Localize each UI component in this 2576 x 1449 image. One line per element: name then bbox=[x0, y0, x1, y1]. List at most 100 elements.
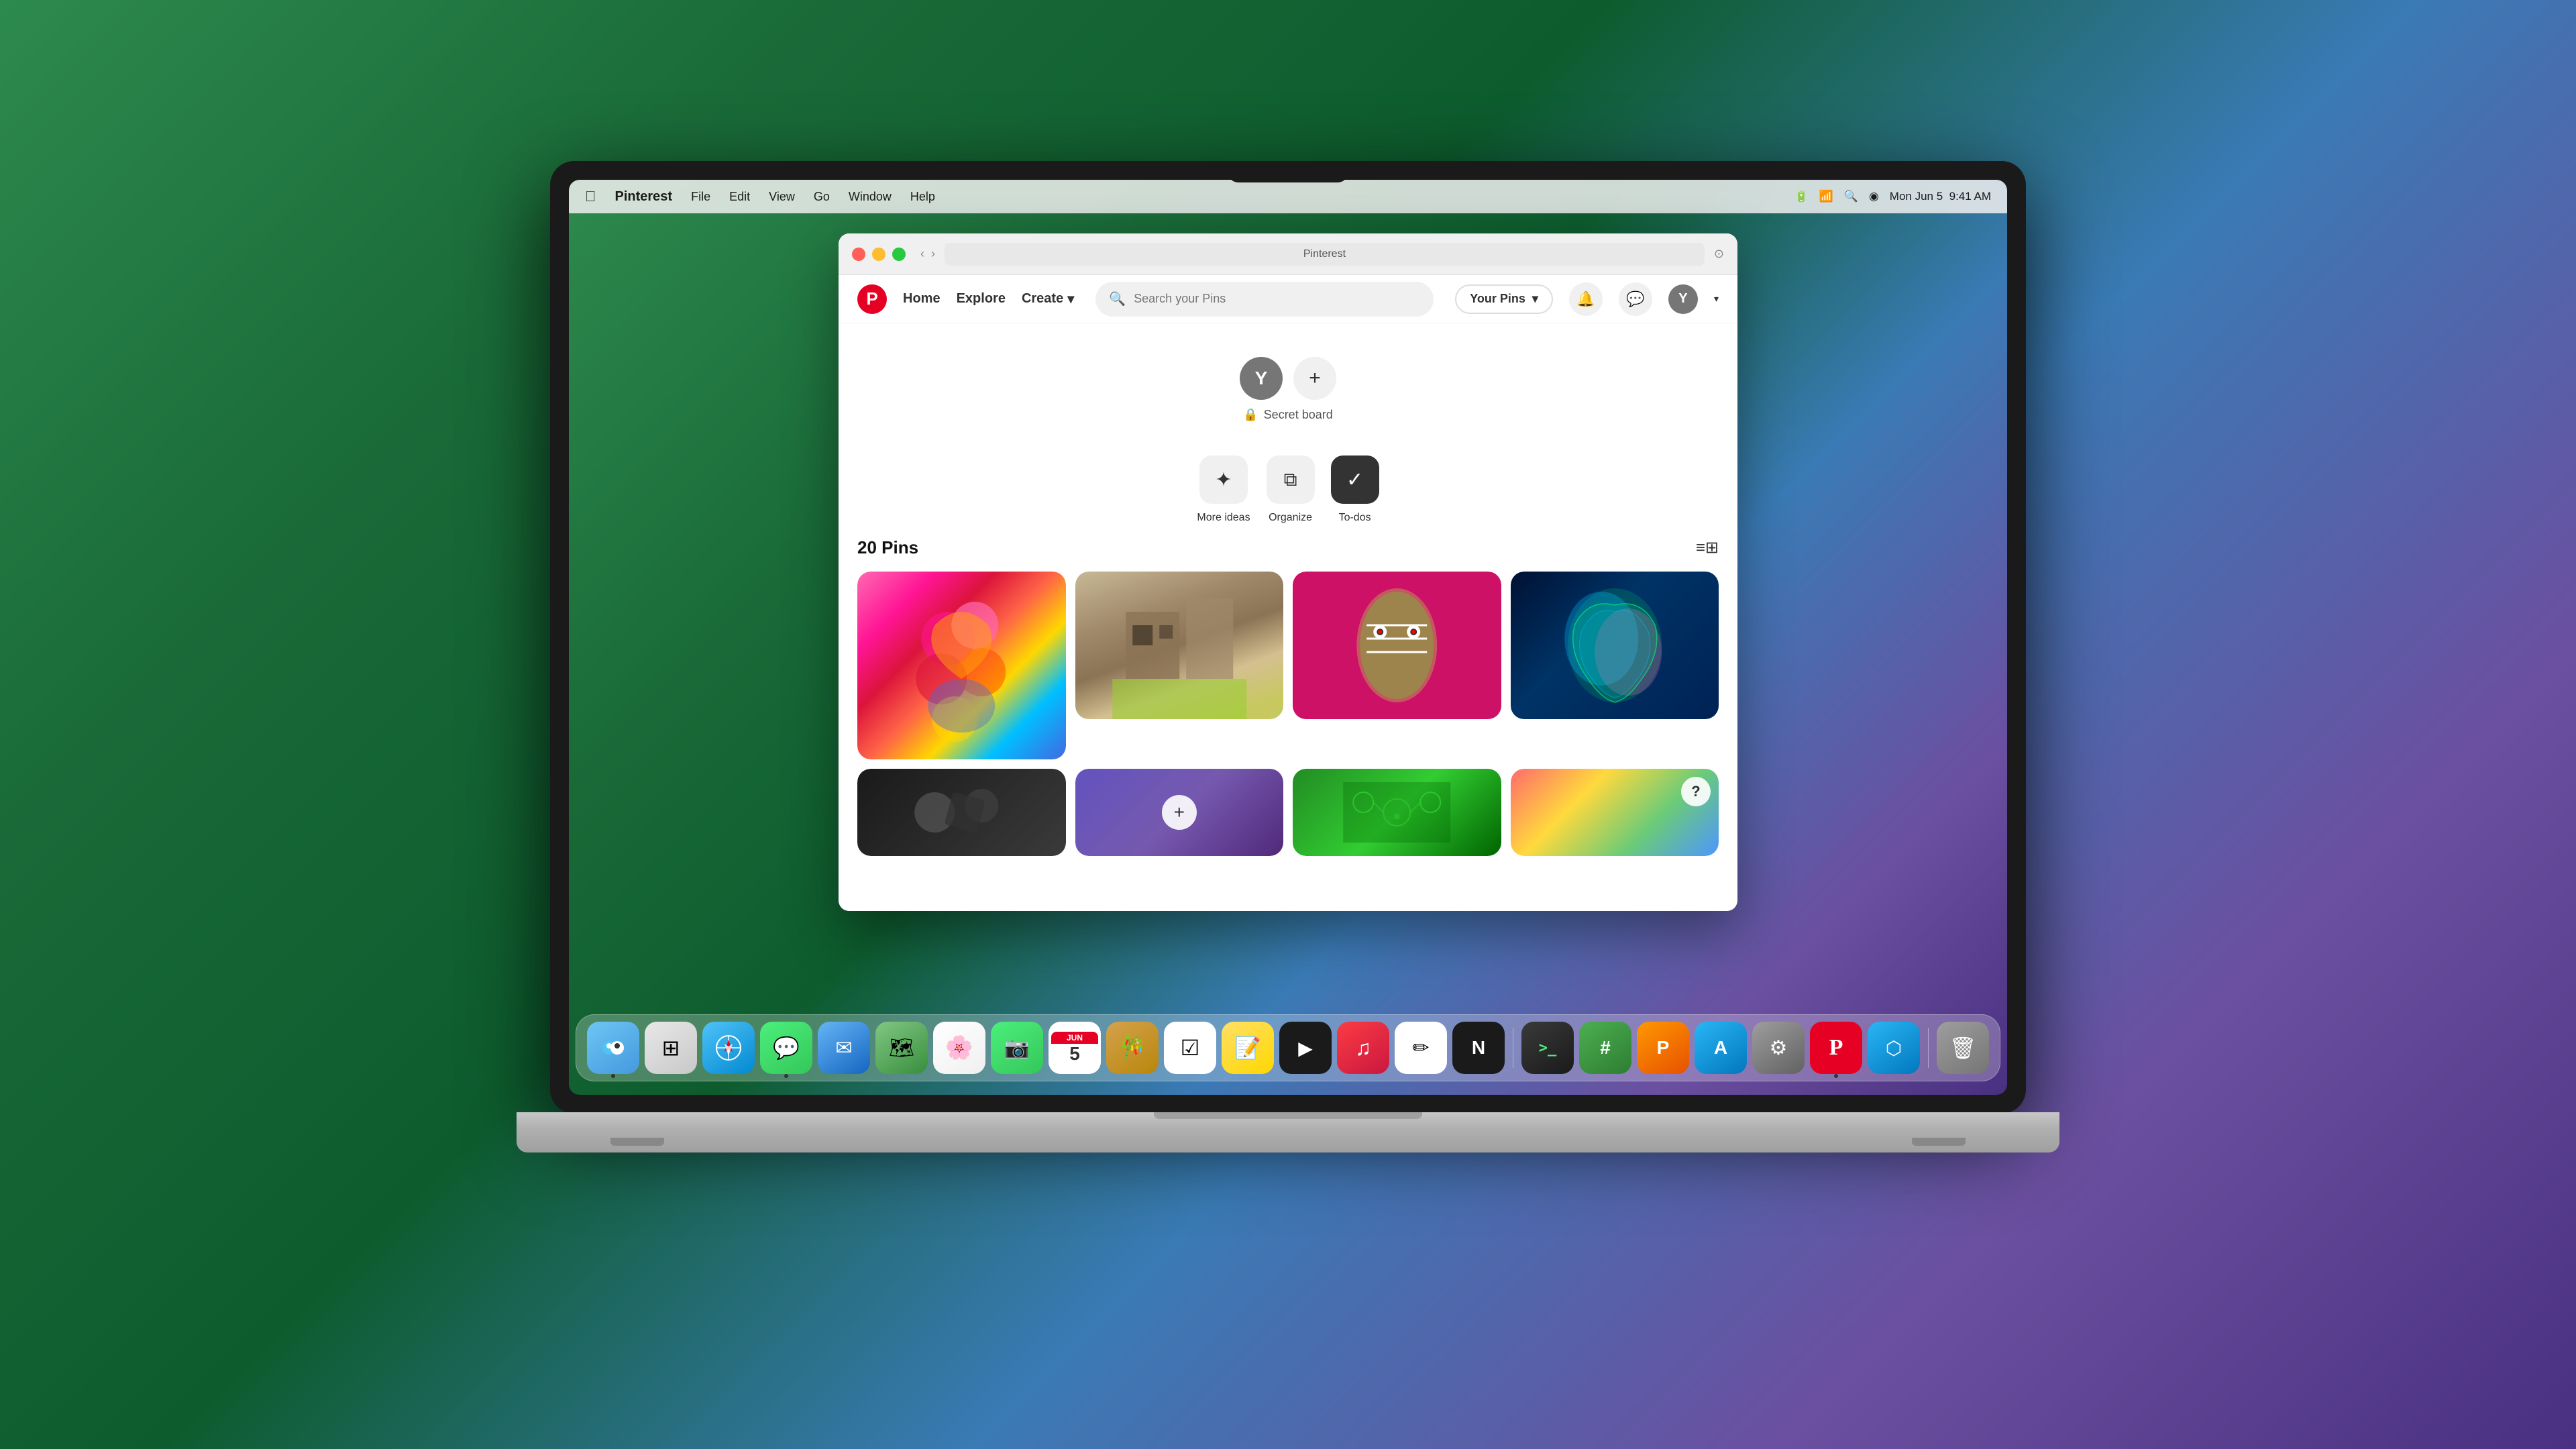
bell-icon: 🔔 bbox=[1576, 290, 1595, 308]
menu-bar-go[interactable]: Go bbox=[814, 190, 830, 204]
pin-card-3[interactable] bbox=[1293, 572, 1501, 759]
screen-bezel:  Pinterest File Edit View Go Window Hel… bbox=[550, 161, 2026, 1114]
dock-item-safari[interactable] bbox=[702, 1022, 755, 1074]
pin-image-5 bbox=[857, 769, 1066, 856]
launchpad-icon: ⊞ bbox=[662, 1035, 680, 1061]
macbook-foot-right bbox=[1912, 1138, 1966, 1146]
pin-add-icon[interactable]: + bbox=[1162, 795, 1197, 830]
nav-explore[interactable]: Explore bbox=[957, 291, 1006, 307]
apple-menu[interactable]:  bbox=[585, 188, 596, 205]
dock-item-keka[interactable]: 🎋 bbox=[1106, 1022, 1159, 1074]
dock-item-pinterest[interactable]: P bbox=[1810, 1022, 1862, 1074]
pin-add-overlay: + bbox=[1075, 769, 1284, 856]
dock-item-facetime[interactable]: 📷 bbox=[991, 1022, 1043, 1074]
pin-card-1[interactable] bbox=[857, 572, 1066, 759]
pin-card-5[interactable] bbox=[857, 769, 1066, 856]
dock-item-numbers[interactable]: # bbox=[1579, 1022, 1631, 1074]
messages-icon: 💬 bbox=[773, 1035, 800, 1061]
dock-item-terminal[interactable]: >_ bbox=[1521, 1022, 1574, 1074]
messages-button[interactable]: 💬 bbox=[1619, 282, 1652, 316]
safari-icon bbox=[714, 1033, 743, 1063]
dock-item-settings[interactable]: ⚙ bbox=[1752, 1022, 1805, 1074]
todos-icon-circle: ✓ bbox=[1331, 455, 1379, 504]
dock-item-photos[interactable]: 🌸 bbox=[933, 1022, 985, 1074]
pin-question-overlay: ? bbox=[1511, 769, 1719, 856]
dock-item-reminders[interactable]: ☑ bbox=[1164, 1022, 1216, 1074]
organize-label: Organize bbox=[1269, 512, 1312, 524]
create-chevron-icon: ▾ bbox=[1067, 290, 1074, 307]
svg-text:⊗: ⊗ bbox=[1393, 812, 1400, 821]
macos-dock: ⊞ 💬 ✉ bbox=[576, 1014, 2000, 1081]
user-menu-chevron[interactable]: ▾ bbox=[1714, 293, 1719, 305]
browser-title: Pinterest bbox=[1303, 248, 1346, 260]
maximize-button[interactable] bbox=[892, 248, 906, 261]
lock-icon: 🔒 bbox=[1243, 408, 1258, 422]
macbook-base bbox=[517, 1112, 2059, 1152]
dock-item-freeform[interactable]: ✏ bbox=[1395, 1022, 1447, 1074]
menu-bar-edit[interactable]: Edit bbox=[729, 190, 750, 204]
notifications-button[interactable]: 🔔 bbox=[1569, 282, 1603, 316]
dock-item-pages[interactable]: P bbox=[1637, 1022, 1689, 1074]
nav-create[interactable]: Create ▾ bbox=[1022, 290, 1074, 307]
pin-question-icon: ? bbox=[1681, 777, 1711, 806]
nav-home[interactable]: Home bbox=[903, 291, 941, 307]
menu-bar-window[interactable]: Window bbox=[849, 190, 892, 204]
board-user-avatar[interactable]: Y bbox=[1240, 357, 1283, 400]
pin-image-7: ⊗ bbox=[1293, 769, 1501, 856]
browser-action-icon[interactable]: ⊙ bbox=[1714, 247, 1724, 261]
todos-button[interactable]: ✓ To-dos bbox=[1331, 455, 1379, 524]
dock-item-mail[interactable]: ✉ bbox=[818, 1022, 870, 1074]
battery-icon: 🔋 bbox=[1794, 190, 1808, 203]
appletv-icon: ▶ bbox=[1298, 1037, 1313, 1059]
menu-bar-file[interactable]: File bbox=[691, 190, 710, 204]
back-button[interactable]: ‹ bbox=[920, 247, 924, 261]
dock-item-music[interactable]: ♫ bbox=[1337, 1022, 1389, 1074]
pin-card-8[interactable]: ? bbox=[1511, 769, 1719, 856]
more-ideas-button[interactable]: ✦ More ideas bbox=[1197, 455, 1250, 524]
your-pins-button[interactable]: Your Pins ▾ bbox=[1455, 284, 1553, 314]
search-menubar-icon[interactable]: 🔍 bbox=[1844, 190, 1858, 203]
address-bar[interactable]: Pinterest bbox=[945, 243, 1705, 266]
menu-bar-left:  Pinterest File Edit View Go Window Hel… bbox=[585, 188, 1794, 205]
message-icon: 💬 bbox=[1626, 290, 1644, 308]
menu-bar-help[interactable]: Help bbox=[910, 190, 935, 204]
minimize-button[interactable] bbox=[872, 248, 885, 261]
facetime-icon: 📷 bbox=[1004, 1036, 1029, 1060]
dock-item-news[interactable]: N bbox=[1452, 1022, 1505, 1074]
pins-row2: + bbox=[857, 769, 1719, 856]
dock-item-messages[interactable]: 💬 bbox=[760, 1022, 812, 1074]
menu-bar-view[interactable]: View bbox=[769, 190, 795, 204]
dock-item-appstore[interactable]: A bbox=[1695, 1022, 1747, 1074]
numbers-icon: # bbox=[1600, 1037, 1611, 1059]
dock-item-maps[interactable]: 🗺 bbox=[875, 1022, 928, 1074]
dock-item-calendar[interactable]: JUN 5 bbox=[1049, 1022, 1101, 1074]
search-bar[interactable]: 🔍 Search your Pins bbox=[1095, 282, 1434, 317]
dock-item-launchpad[interactable]: ⊞ bbox=[645, 1022, 697, 1074]
add-icon: + bbox=[1309, 367, 1321, 390]
more-ideas-label: More ideas bbox=[1197, 512, 1250, 524]
siri-icon[interactable]: ◉ bbox=[1869, 190, 1879, 203]
dock-item-finder[interactable] bbox=[587, 1022, 639, 1074]
dock-item-notes[interactable]: 📝 bbox=[1222, 1022, 1274, 1074]
dock-item-appletv[interactable]: ▶ bbox=[1279, 1022, 1332, 1074]
user-avatar[interactable]: Y bbox=[1668, 284, 1698, 314]
dock-item-trash[interactable]: 🗑 bbox=[1937, 1022, 1989, 1074]
menu-bar-app-name[interactable]: Pinterest bbox=[615, 189, 673, 205]
your-pins-chevron: ▾ bbox=[1532, 292, 1538, 306]
filter-icon[interactable]: ≡⊞ bbox=[1696, 538, 1719, 557]
pin-card-2[interactable] bbox=[1075, 572, 1284, 759]
board-avatar-row: Y + bbox=[1240, 357, 1336, 400]
dock-item-proxyman[interactable]: ⬡ bbox=[1868, 1022, 1920, 1074]
pin-card-7[interactable]: ⊗ bbox=[1293, 769, 1501, 856]
pin-image-1 bbox=[857, 572, 1066, 759]
add-pin-button[interactable]: + bbox=[1293, 357, 1336, 400]
close-button[interactable] bbox=[852, 248, 865, 261]
pin-card-6[interactable]: + bbox=[1075, 769, 1284, 856]
pin-card-4[interactable] bbox=[1511, 572, 1719, 759]
pinterest-logo[interactable]: P bbox=[857, 284, 887, 314]
pins-grid bbox=[857, 572, 1719, 759]
datetime: Mon Jun 5 9:41 AM bbox=[1890, 190, 1991, 203]
board-user-initial: Y bbox=[1255, 368, 1268, 389]
forward-button[interactable]: › bbox=[931, 247, 935, 261]
organize-button[interactable]: ⧉ Organize bbox=[1267, 455, 1315, 524]
